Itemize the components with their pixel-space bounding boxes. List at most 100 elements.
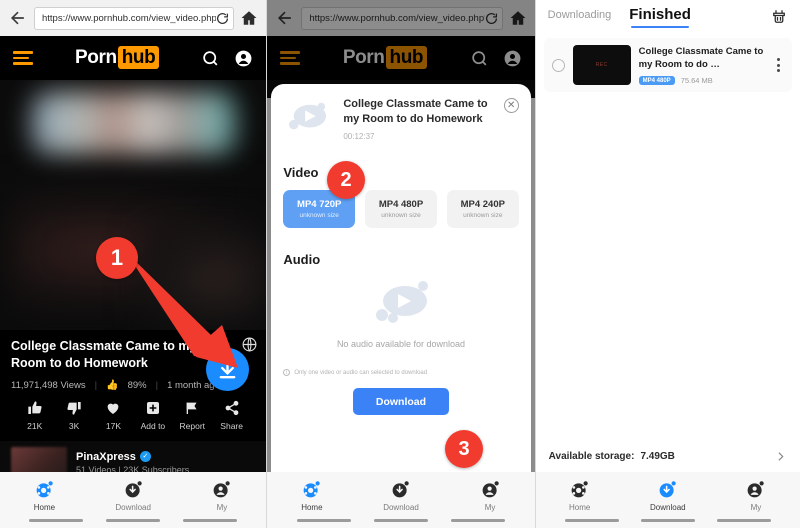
back-arrow-icon[interactable] <box>8 8 28 28</box>
close-icon[interactable]: ✕ <box>503 98 519 113</box>
storage-label: Available storage: <box>548 450 635 462</box>
download-nav-icon <box>659 481 677 498</box>
thumbs-down-icon <box>67 402 81 415</box>
tab-finished[interactable]: Finished <box>629 6 691 28</box>
action-dislike-label: 3K <box>68 421 80 431</box>
nav-item-download-1[interactable]: Download <box>89 479 178 512</box>
sheet-thumbnail <box>283 97 333 139</box>
kebab-menu-icon[interactable] <box>773 58 784 72</box>
nav-label-home-3: Home <box>569 503 591 512</box>
audio-empty-text: No audio available for download <box>336 339 466 349</box>
bottom-nav-3: Home Download My <box>535 472 800 528</box>
reload-icon[interactable] <box>216 12 229 25</box>
three-panel-tutorial-screenshot: https://www.pornhub.com/view_video.php?v… <box>0 0 800 528</box>
item-body: College Classmate Came to my Room to do … <box>638 45 765 85</box>
item-subline: MP4 480P 75.64 MB <box>638 76 765 85</box>
download-button[interactable]: Download <box>352 388 449 415</box>
quality-name: MP4 720P <box>297 199 342 210</box>
logo-text-accent: hub <box>117 46 160 69</box>
home-indicator <box>451 519 506 522</box>
annotation-badge-2: 2 <box>327 161 365 199</box>
nav-label-download-3: Download <box>650 503 686 512</box>
blurred-content-right <box>146 230 267 325</box>
nav-item-download-3[interactable]: Download <box>624 479 712 512</box>
hamburger-menu-icon[interactable] <box>13 51 33 65</box>
nav-item-home-2[interactable]: Home <box>267 479 356 512</box>
search-icon[interactable] <box>201 49 220 68</box>
verified-badge-icon: ✓ <box>139 451 151 462</box>
profile-nav-icon <box>748 481 765 498</box>
action-add-to-label: Add to <box>140 421 166 431</box>
chevron-right-icon[interactable] <box>774 450 787 463</box>
nav-item-download-2[interactable]: Download <box>356 479 445 512</box>
audio-empty-state: No audio available for download <box>283 277 518 349</box>
selection-note-text: Only one video or audio can selected to … <box>294 369 428 376</box>
broom-clean-icon[interactable] <box>770 8 788 26</box>
quality-option-240p[interactable]: MP4 240P unknown size <box>446 190 519 228</box>
account-icon[interactable] <box>234 49 253 68</box>
site-header-1: Porn hub <box>0 36 267 80</box>
bottom-nav-1: Home Download My <box>0 472 267 528</box>
home-indicator <box>29 519 84 522</box>
nav-item-my-1[interactable]: My <box>178 479 267 512</box>
panel-video-page: https://www.pornhub.com/view_video.php?v… <box>0 0 267 528</box>
url-text: https://www.pornhub.com/view_video.php?v… <box>42 12 217 24</box>
quality-size: unknown size <box>381 212 421 219</box>
nav-label-home-1: Home <box>33 503 56 512</box>
action-dislike[interactable]: 3K <box>54 400 93 431</box>
panel-downloads-list: Downloading Finished REC College Classma… <box>535 0 800 528</box>
annotation-badge-3: 3 <box>445 430 483 468</box>
nav-item-my-2[interactable]: My <box>446 479 535 512</box>
sheet-header: College Classmate Came to my Room to do … <box>283 97 519 141</box>
share-icon <box>225 400 239 416</box>
video-player-area[interactable] <box>0 80 267 330</box>
download-circle-icon <box>219 359 236 379</box>
quality-name: MP4 240P <box>460 199 505 210</box>
action-report[interactable]: Report <box>173 400 212 431</box>
storage-row[interactable]: Available storage: 7.49GB <box>535 440 800 472</box>
quality-option-480p[interactable]: MP4 480P unknown size <box>365 190 437 228</box>
home-indicator <box>106 519 161 522</box>
video-action-row: 21K 3K 17K Add to Report Share <box>11 391 255 441</box>
action-share[interactable]: Share <box>212 400 251 431</box>
home-indicator <box>296 519 351 522</box>
heart-icon <box>108 403 119 414</box>
home-icon[interactable] <box>240 9 258 27</box>
url-bar-1[interactable]: https://www.pornhub.com/view_video.php?v… <box>34 6 235 30</box>
action-add-to[interactable]: Add to <box>133 400 172 431</box>
thumbs-up-icon <box>28 401 42 414</box>
home-indicator <box>640 519 695 522</box>
selection-note: i Only one video or audio can selected t… <box>283 369 518 376</box>
list-item[interactable]: REC College Classmate Came to my Room to… <box>543 38 792 92</box>
channel-name: PinaXpress <box>76 450 136 463</box>
item-filesize: 75.64 MB <box>680 76 713 85</box>
video-meta: College Classmate Came to my Room to do … <box>0 330 267 441</box>
home-indicator <box>182 519 237 522</box>
plus-box-icon <box>146 402 159 414</box>
nav-label-my-1: My <box>216 503 228 512</box>
channel-name-row: PinaXpress ✓ <box>76 451 189 463</box>
video-quality-options: MP4 720P unknown size MP4 480P unknown s… <box>283 190 519 228</box>
nav-item-home-1[interactable]: Home <box>0 479 89 512</box>
radio-unchecked-icon[interactable] <box>551 58 565 72</box>
sheet-title-block: College Classmate Came to my Room to do … <box>343 97 493 141</box>
info-icon: i <box>283 369 291 376</box>
quality-size: unknown size <box>299 212 339 219</box>
blurred-content-top <box>32 92 237 154</box>
action-favorite-label: 17K <box>105 421 122 431</box>
home-nav-icon <box>36 481 53 498</box>
nav-item-home-3[interactable]: Home <box>536 479 624 512</box>
logo-text-main: Porn <box>75 47 117 68</box>
globe-icon[interactable] <box>241 336 258 353</box>
home-nav-icon <box>571 481 588 498</box>
action-favorite[interactable]: 17K <box>94 400 133 431</box>
action-like[interactable]: 21K <box>15 400 54 431</box>
downloads-tabs: Downloading Finished <box>535 0 800 34</box>
video-placeholder-icon <box>289 102 327 130</box>
nav-item-my-3[interactable]: My <box>712 479 800 512</box>
nav-label-my-2: My <box>484 503 496 512</box>
quality-size: unknown size <box>463 212 503 219</box>
audio-placeholder-icon <box>375 281 428 323</box>
stats-divider-2: | <box>155 380 159 391</box>
tab-downloading[interactable]: Downloading <box>548 9 612 26</box>
